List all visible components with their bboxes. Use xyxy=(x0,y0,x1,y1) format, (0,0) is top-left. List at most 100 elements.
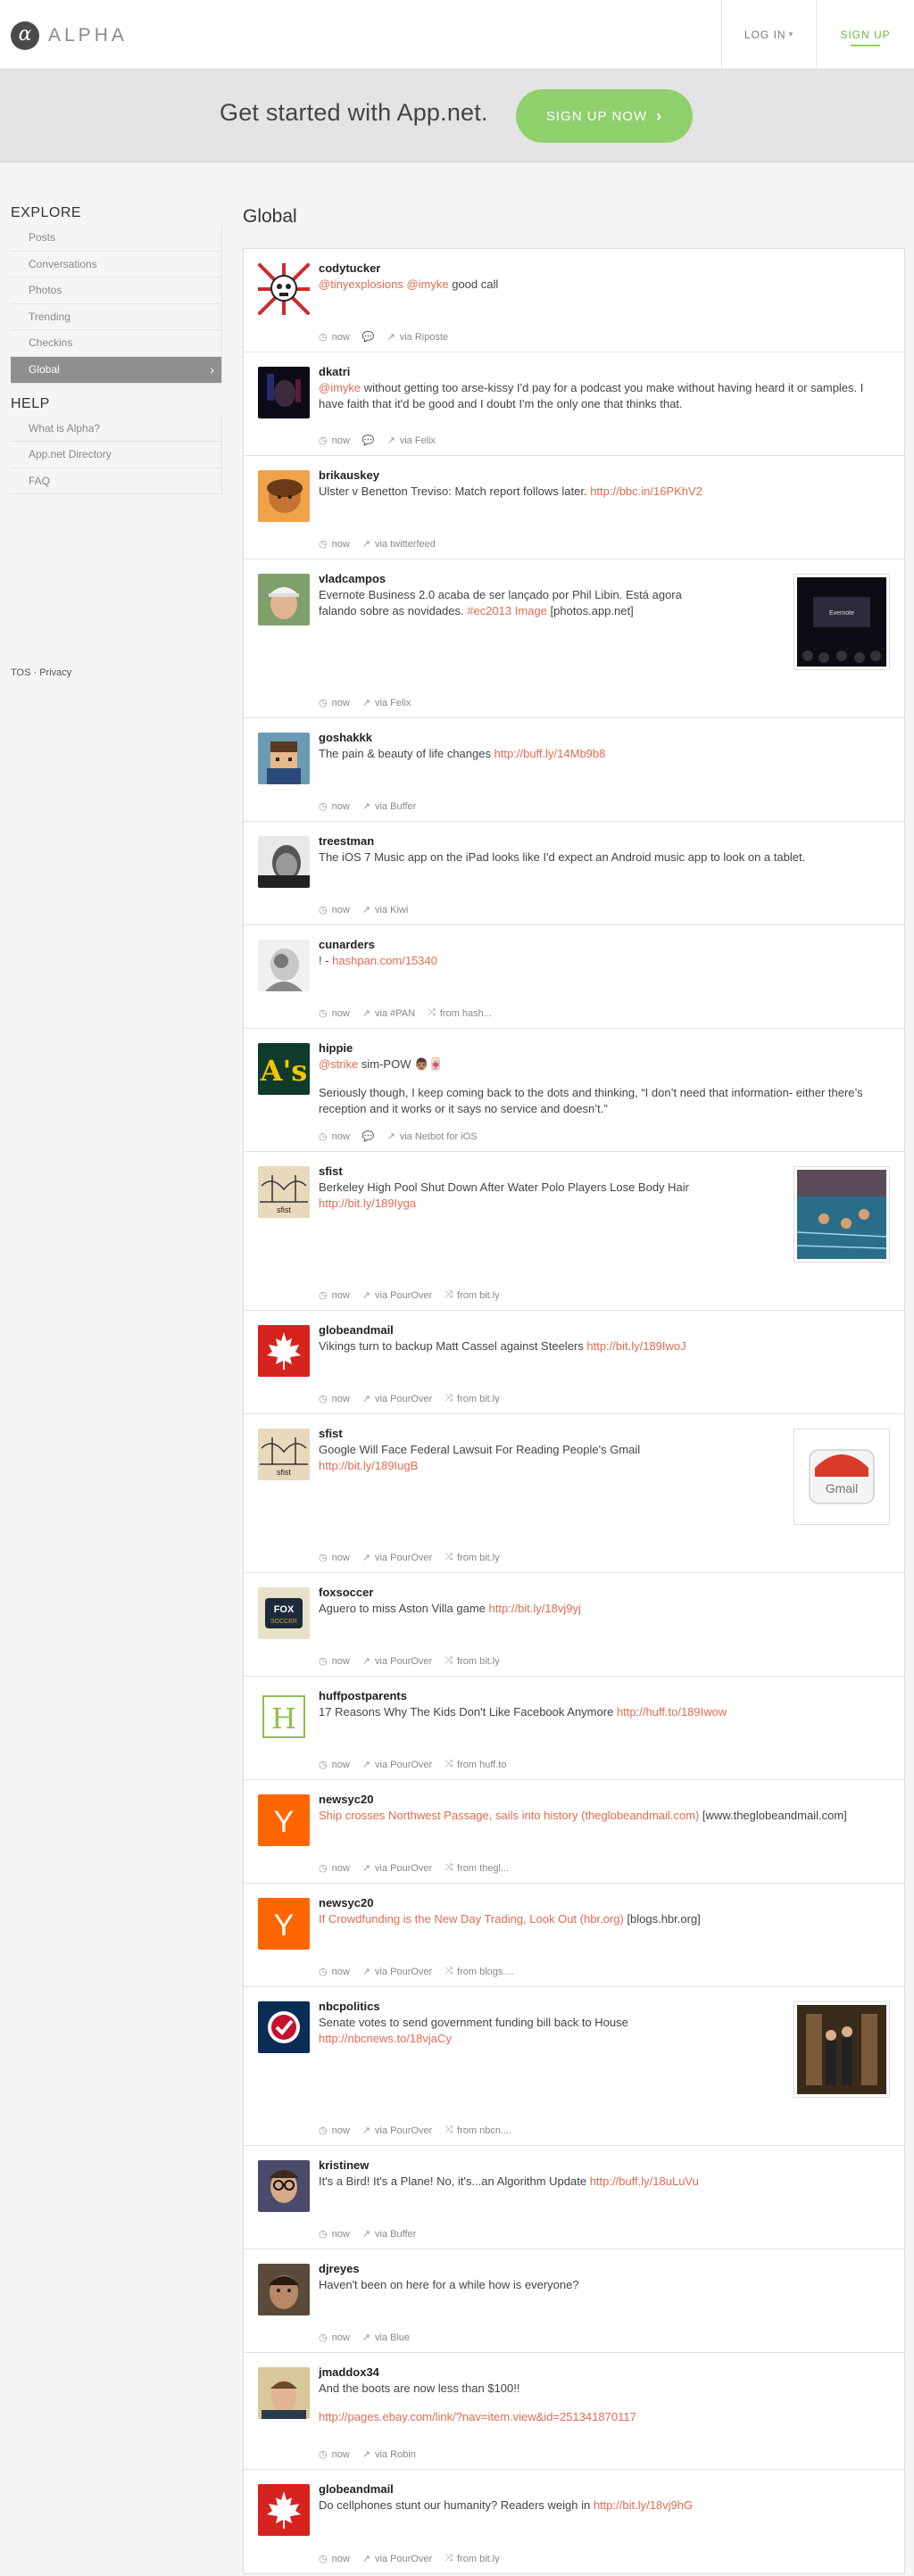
post-item[interactable]: globeandmail Vikings turn to backup Matt … xyxy=(244,1311,904,1414)
sidebar-item-global[interactable]: Global › xyxy=(11,356,221,384)
post-image-thumbnail[interactable] xyxy=(794,1166,890,1263)
username[interactable]: newsyc20 xyxy=(319,1793,890,1806)
signup-button[interactable]: SIGN UP xyxy=(816,0,914,69)
post-time[interactable]: ◷ now xyxy=(319,1393,350,1405)
username[interactable]: codytucker xyxy=(319,261,890,275)
username[interactable]: globeandmail xyxy=(319,2482,890,2496)
post-link[interactable]: Ship crosses Northwest Passage, sails in… xyxy=(319,1809,699,1822)
login-button[interactable]: LOG IN ▾ xyxy=(721,0,816,69)
client-link[interactable]: ↗ via Riposte xyxy=(387,331,449,344)
post-link[interactable]: @strike xyxy=(319,1057,358,1071)
post-item[interactable]: nbcpolitics Senate votes to send governme… xyxy=(244,1987,904,2146)
sidebar-item-what-is-alpha[interactable]: What is Alpha? xyxy=(11,416,221,443)
sidebar-item-photos[interactable]: Photos xyxy=(11,277,221,304)
client-link[interactable]: ↗ via Kiwi xyxy=(362,904,409,916)
post-item[interactable]: goshakkk The pain & beauty of life change… xyxy=(244,718,904,822)
client-link[interactable]: ↗ via Felix xyxy=(362,697,411,709)
client-link[interactable]: ↗ via PourOver xyxy=(362,1552,432,1564)
post-link[interactable]: #ec2013 Image xyxy=(467,604,547,617)
username[interactable]: newsyc20 xyxy=(319,1896,890,1909)
post-time[interactable]: ◷ now xyxy=(319,538,350,551)
post-time[interactable]: ◷ now xyxy=(319,697,350,709)
avatar[interactable] xyxy=(258,2160,310,2212)
client-link[interactable]: ↗ via PourOver xyxy=(362,1289,432,1302)
client-link[interactable]: ↗ via Robin xyxy=(362,2448,416,2461)
post-item[interactable]: dkatri @imyke without getting too arse-ki… xyxy=(244,352,904,456)
username[interactable]: hippie xyxy=(319,1041,890,1055)
avatar[interactable] xyxy=(258,574,310,625)
client-link[interactable]: ↗ via Buffer xyxy=(362,800,417,813)
avatar[interactable]: sfist xyxy=(258,1166,310,1218)
post-link[interactable]: http://buff.ly/14Mb9b8 xyxy=(494,747,606,760)
post-item[interactable]: A's hippie @strike sim-POW 👨🏽🀄 Seriously th… xyxy=(244,1029,904,1152)
post-link[interactable]: If Crowdfunding is the New Day Trading, … xyxy=(319,1912,624,1926)
username[interactable]: cunarders xyxy=(319,938,890,951)
username[interactable]: huffpostparents xyxy=(319,1689,890,1702)
post-time[interactable]: ◷ now xyxy=(319,800,350,813)
sidebar-item-directory[interactable]: App.net Directory xyxy=(11,442,221,468)
post-time[interactable]: ◷ now xyxy=(319,1289,350,1302)
sidebar-item-posts[interactable]: Posts xyxy=(11,225,221,252)
source-link[interactable]: ⤨ from bit.ly xyxy=(445,1552,500,1563)
post-item[interactable]: brikauskey Ulster v Benetton Treviso: Mat… xyxy=(244,456,904,559)
post-link[interactable]: http://bbc.in/16PKhV2 xyxy=(590,485,702,498)
sidebar-item-conversations[interactable]: Conversations xyxy=(11,252,221,278)
post-image-thumbnail[interactable]: Evernote xyxy=(794,574,890,670)
post-image-thumbnail[interactable]: Gmail xyxy=(794,1429,890,1525)
client-link[interactable]: ↗ via PourOver xyxy=(362,1655,432,1668)
avatar[interactable] xyxy=(258,940,310,991)
avatar[interactable] xyxy=(258,2367,310,2419)
post-link[interactable]: http://nbcnews.to/18vjaCy xyxy=(319,2032,452,2045)
post-item[interactable]: treestman The iOS 7 Music app on the iPad… xyxy=(244,822,904,925)
post-time[interactable]: ◷ now xyxy=(319,1655,350,1668)
client-link[interactable]: ↗ via twitterfeed xyxy=(362,538,436,551)
sidebar-item-faq[interactable]: FAQ xyxy=(11,468,221,495)
username[interactable]: globeandmail xyxy=(319,1323,890,1337)
avatar[interactable] xyxy=(258,733,310,784)
client-link[interactable]: ↗ via PourOver xyxy=(362,1393,432,1405)
post-link[interactable]: http://bit.ly/189Iyga xyxy=(319,1197,416,1210)
username[interactable]: goshakkk xyxy=(319,731,890,744)
post-time[interactable]: ◷ now xyxy=(319,1966,350,1978)
privacy-link[interactable]: Privacy xyxy=(39,667,71,678)
username[interactable]: kristinew xyxy=(319,2158,890,2172)
conversation-link[interactable]: 💬 xyxy=(362,331,375,343)
client-link[interactable]: ↗ via PourOver xyxy=(362,2553,432,2565)
post-item[interactable]: sfist sfist Berkeley High Pool Shut Down A… xyxy=(244,1152,904,1311)
post-item[interactable]: Ynewsyc20 Ship crosses Northwest Passage,… xyxy=(244,1780,904,1884)
post-time[interactable]: ◷ now xyxy=(319,1862,350,1875)
signup-now-button[interactable]: SIGN UP NOW › xyxy=(516,89,693,143)
source-link[interactable]: ⤨ from bit.ly xyxy=(445,1655,500,1667)
avatar[interactable]: Y xyxy=(258,1794,310,1846)
post-time[interactable]: ◷ now xyxy=(319,2332,350,2344)
post-link[interactable]: http://buff.ly/18uLuVu xyxy=(590,2174,699,2188)
username[interactable]: treestman xyxy=(319,834,890,848)
post-item[interactable]: FOX SOCCER foxsoccer Aguero to miss Aston V… xyxy=(244,1573,904,1677)
avatar[interactable] xyxy=(258,2484,310,2536)
post-time[interactable]: ◷ now xyxy=(319,435,350,447)
avatar[interactable] xyxy=(258,2264,310,2315)
sidebar-item-checkins[interactable]: Checkins xyxy=(11,330,221,357)
client-link[interactable]: ↗ via PourOver xyxy=(362,2125,432,2137)
client-link[interactable]: ↗ via PourOver xyxy=(362,1862,432,1875)
username[interactable]: foxsoccer xyxy=(319,1586,890,1599)
avatar[interactable] xyxy=(258,836,310,888)
client-link[interactable]: ↗ via Netbot for iOS xyxy=(387,1131,478,1143)
avatar[interactable] xyxy=(258,2001,310,2053)
client-link[interactable]: ↗ via #PAN xyxy=(362,1007,415,1020)
username[interactable]: djreyes xyxy=(319,2262,890,2275)
source-link[interactable]: ⤨ from bit.ly xyxy=(445,2553,500,2564)
conversation-link[interactable]: 💬 xyxy=(362,1131,375,1142)
post-link[interactable]: http://pages.ebay.com/link/?nav=item.vie… xyxy=(319,2410,636,2423)
avatar[interactable]: FOX SOCCER xyxy=(258,1587,310,1639)
source-link[interactable]: ⤨ from bit.ly xyxy=(445,1289,500,1301)
sidebar-item-trending[interactable]: Trending xyxy=(11,304,221,331)
post-item[interactable]: kristinew It's a Bird! It's a Plane! No, … xyxy=(244,2146,904,2249)
avatar[interactable]: H xyxy=(258,1691,310,1743)
post-item[interactable]: cunarders ! - hashpan.com/15340 ◷ now ↗ via #… xyxy=(244,925,904,1029)
post-image-thumbnail[interactable] xyxy=(794,2001,890,2098)
tos-link[interactable]: TOS xyxy=(11,667,30,678)
source-link[interactable]: ⤨ from hash... xyxy=(428,1007,492,1019)
post-item[interactable]: djreyes Haven't been on here for a while … xyxy=(244,2249,904,2353)
conversation-link[interactable]: 💬 xyxy=(362,435,375,446)
